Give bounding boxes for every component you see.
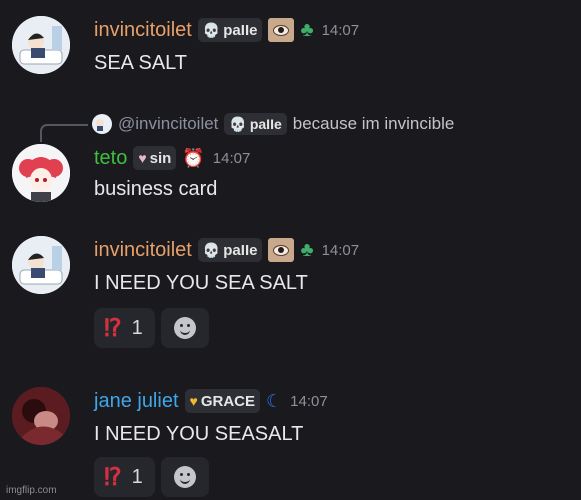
reply-connector [40, 124, 88, 142]
reactions-bar: ⁉ 1 [94, 457, 209, 497]
guild-tag-label: sin [149, 149, 172, 167]
reaction-count: 1 [131, 316, 143, 339]
message-header: jane juliet ♥ GRACE ☾ 14:07 [94, 387, 328, 415]
avatar[interactable] [12, 236, 70, 294]
message-text: SEA SALT [94, 52, 188, 74]
reply-text: because im invincible [292, 114, 455, 133]
message-text: business card [94, 178, 218, 200]
username[interactable]: invincitoilet [94, 239, 192, 262]
username[interactable]: teto [94, 147, 127, 170]
message-text: I NEED YOU SEA SALT [94, 272, 308, 294]
reply-mention[interactable]: @invincitoilet [118, 114, 218, 134]
reply-guild-tag: 💀 paIIe [224, 113, 287, 135]
timestamp[interactable]: 14:07 [213, 150, 251, 167]
message-header: teto ♥ sin ⏰ 14:07 [94, 144, 250, 172]
skull-icon: 💀 [202, 241, 221, 258]
username[interactable]: invincitoilet [94, 19, 192, 42]
moon-icon[interactable]: ☾ [266, 391, 282, 412]
timestamp[interactable]: 14:07 [322, 22, 360, 39]
guild-tag-label: paIIe [223, 21, 258, 39]
reaction-interrobang[interactable]: ⁉ 1 [94, 457, 155, 497]
add-reaction-button[interactable] [160, 457, 209, 497]
heart-icon: ♥ [189, 393, 198, 409]
message-header: invincitoilet 💀 paIIe ♣ 14:07 [94, 236, 359, 264]
message-header: invincitoilet 💀 paIIe ♣ 14:07 [94, 16, 359, 44]
interrobang-icon: ⁉ [104, 314, 122, 342]
eye-icon[interactable] [268, 18, 295, 42]
guild-tag[interactable]: ♥ GRACE [184, 389, 260, 413]
reply-guild-tag-label: paIIe [249, 116, 282, 132]
reply-avatar [92, 114, 112, 134]
heart-icon: ♥ [138, 150, 147, 166]
username[interactable]: jane juliet [94, 390, 179, 413]
avatar[interactable] [12, 387, 70, 445]
clover-icon[interactable]: ♣ [300, 239, 313, 262]
smiley-icon [173, 466, 196, 488]
guild-tag[interactable]: ♥ sin [133, 146, 177, 170]
add-reaction-button[interactable] [160, 308, 209, 348]
guild-tag[interactable]: 💀 paIIe [197, 18, 263, 42]
reply-preview[interactable]: @invincitoilet 💀 paIIe because im invinc… [92, 112, 454, 136]
avatar[interactable] [12, 144, 70, 202]
clover-icon[interactable]: ♣ [300, 19, 313, 42]
watermark: imgflip.com [6, 485, 57, 496]
guild-tag-label: GRACE [200, 392, 255, 410]
reactions-bar: ⁉ 1 [94, 308, 209, 348]
timestamp[interactable]: 14:07 [290, 393, 328, 410]
alarm-clock-icon[interactable]: ⏰ [182, 148, 204, 169]
message-text: I NEED YOU SEASALT [94, 423, 304, 445]
eye-icon[interactable] [268, 238, 295, 262]
guild-tag-label: paIIe [223, 241, 258, 259]
guild-tag[interactable]: 💀 paIIe [197, 238, 263, 262]
skull-icon: 💀 [202, 21, 221, 38]
reaction-interrobang[interactable]: ⁉ 1 [94, 308, 155, 348]
interrobang-icon: ⁉ [104, 463, 122, 491]
smiley-icon [173, 317, 196, 339]
skull-icon: 💀 [229, 115, 247, 132]
timestamp[interactable]: 14:07 [322, 242, 360, 259]
reaction-count: 1 [131, 465, 143, 488]
avatar[interactable] [12, 16, 70, 74]
